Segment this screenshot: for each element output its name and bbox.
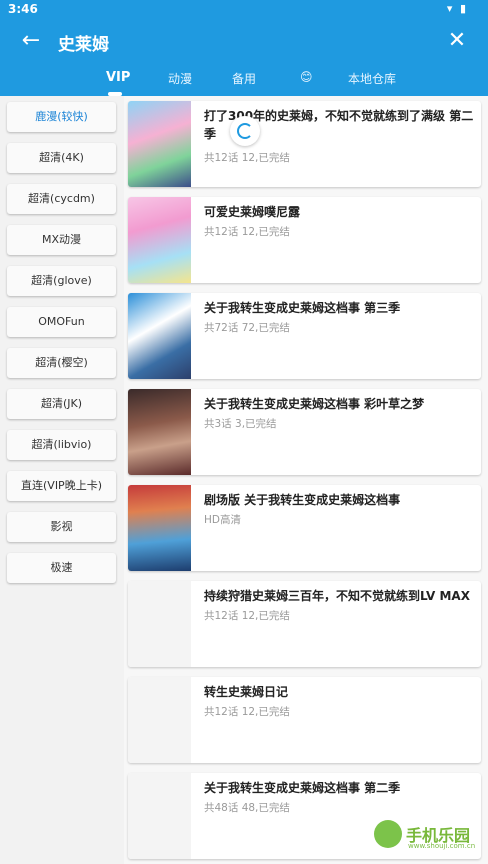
source-item[interactable]: 影视 [7, 512, 116, 542]
anime-poster-thumbnail [128, 581, 191, 667]
result-title: 持续狩猎史莱姆三百年，不知不觉就练到LV MAX [204, 589, 470, 603]
result-title: 剧场版 关于我转生变成史莱姆这档事 [204, 493, 401, 507]
result-subtitle: 共12话 12,已完结 [204, 610, 290, 622]
result-card[interactable]: 打了300年的史莱姆，不知不觉就练到了满级 第二季 共12话 12,已完结 [128, 101, 481, 187]
source-item[interactable]: MX动漫 [7, 225, 116, 255]
result-subtitle: HD高清 [204, 514, 241, 526]
status-icons: ▾ ▮ [446, 2, 468, 15]
result-subtitle: 共72话 72,已完结 [204, 322, 290, 334]
result-list: 打了300年的史莱姆，不知不觉就练到了满级 第二季 共12话 12,已完结 可爱… [124, 96, 488, 864]
anime-poster-thumbnail [128, 197, 191, 283]
source-list: 鹿漫(较快) 超清(4K) 超清(cycdm) MX动漫 超清(glove) O… [0, 96, 124, 864]
source-item[interactable]: 极速 [7, 553, 116, 583]
source-item[interactable]: 超清(4K) [7, 143, 116, 173]
anime-poster-thumbnail [128, 389, 191, 475]
source-item[interactable]: 超清(cycdm) [7, 184, 116, 214]
result-card[interactable]: 转生史莱姆日记 共12话 12,已完结 [128, 677, 481, 763]
source-item[interactable]: 超清(JK) [7, 389, 116, 419]
source-item[interactable]: 超清(樱空) [7, 348, 116, 378]
tab-bar: VIP 动漫 备用 😊 本地仓库 [0, 66, 488, 96]
title-bar: ← 史莱姆 ✕ [0, 22, 488, 62]
page-title: 史莱姆 [58, 35, 109, 55]
source-item[interactable]: 直连(VIP晚上卡) [7, 471, 116, 501]
tab-emoji[interactable]: 😊 [300, 70, 313, 84]
result-card[interactable]: 剧场版 关于我转生变成史莱姆这档事 HD高清 [128, 485, 481, 571]
anime-poster-thumbnail [128, 773, 191, 859]
app-bar: 3:46 ▾ ▮ ← 史莱姆 ✕ VIP 动漫 备用 😊 本地仓库 [0, 0, 488, 96]
status-time: 3:46 [8, 2, 38, 16]
back-arrow-icon[interactable]: ← [18, 28, 44, 54]
watermark: 手机乐园 www.shouji.com.cn [374, 818, 476, 854]
tab-local-repo[interactable]: 本地仓库 [348, 70, 396, 87]
result-card[interactable]: 可爱史莱姆噗尼露 共12话 12,已完结 [128, 197, 481, 283]
source-item[interactable]: OMOFun [7, 307, 116, 337]
result-title: 转生史莱姆日记 [204, 685, 289, 699]
close-icon[interactable]: ✕ [444, 28, 470, 54]
loading-spinner-icon [230, 116, 260, 146]
result-title: 关于我转生变成史莱姆这档事 彩叶草之梦 [204, 397, 425, 411]
result-card[interactable]: 关于我转生变成史莱姆这档事 第三季 共72话 72,已完结 [128, 293, 481, 379]
result-subtitle: 共3话 3,已完结 [204, 418, 277, 430]
watermark-logo-icon [374, 820, 402, 848]
status-bar: 3:46 ▾ ▮ [0, 0, 488, 18]
result-subtitle: 共48话 48,已完结 [204, 802, 290, 814]
anime-poster-thumbnail [128, 485, 191, 571]
result-title: 关于我转生变成史莱姆这档事 第二季 [204, 781, 401, 795]
source-item[interactable]: 超清(glove) [7, 266, 116, 296]
tab-anime[interactable]: 动漫 [168, 70, 192, 87]
source-item[interactable]: 超清(libvio) [7, 430, 116, 460]
anime-poster-thumbnail [128, 677, 191, 763]
result-title: 可爱史莱姆噗尼露 [204, 205, 301, 219]
result-card[interactable]: 持续狩猎史莱姆三百年，不知不觉就练到LV MAX 共12话 12,已完结 [128, 581, 481, 667]
result-subtitle: 共12话 12,已完结 [204, 152, 290, 164]
result-title: 关于我转生变成史莱姆这档事 第三季 [204, 301, 401, 315]
result-subtitle: 共12话 12,已完结 [204, 226, 290, 238]
anime-poster-thumbnail [128, 293, 191, 379]
result-card[interactable]: 关于我转生变成史莱姆这档事 彩叶草之梦 共3话 3,已完结 [128, 389, 481, 475]
watermark-site: www.shouji.com.cn [408, 842, 476, 850]
source-item[interactable]: 鹿漫(较快) [7, 102, 116, 132]
anime-poster-thumbnail [128, 101, 191, 187]
result-subtitle: 共12话 12,已完结 [204, 706, 290, 718]
tab-vip[interactable]: VIP [106, 70, 130, 85]
tab-backup[interactable]: 备用 [232, 70, 256, 87]
